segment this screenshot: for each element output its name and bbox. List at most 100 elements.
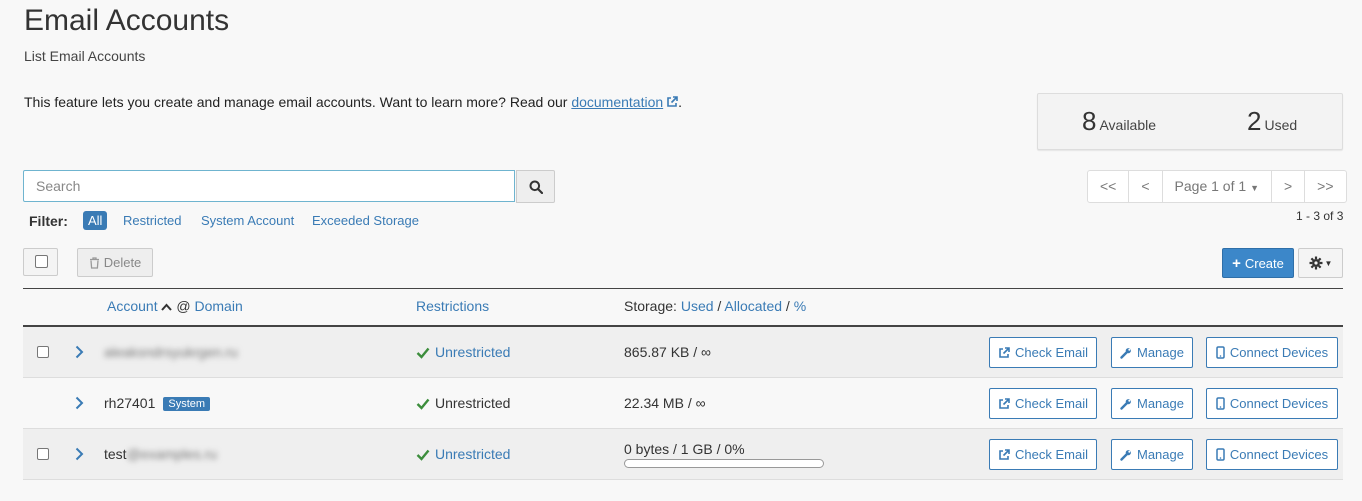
- delete-button[interactable]: Delete: [77, 248, 153, 277]
- expand-row-icon[interactable]: [75, 396, 84, 410]
- documentation-link[interactable]: documentation: [571, 94, 678, 110]
- used-count: 2: [1247, 106, 1262, 136]
- plus-icon: +: [1232, 254, 1241, 272]
- page-title: Email Accounts: [24, 4, 230, 37]
- sort-by-account[interactable]: Account: [107, 298, 173, 314]
- filter-all[interactable]: All: [83, 211, 108, 230]
- create-button[interactable]: + Create: [1222, 248, 1294, 278]
- last-page-button[interactable]: >>: [1305, 171, 1345, 202]
- check-email-label: Check Email: [1015, 447, 1088, 462]
- storage-header-separator: /: [785, 298, 790, 314]
- search-icon: [529, 180, 543, 194]
- table-row: aleaksndrsyukrgen.ru Unrestricted 865.87…: [23, 327, 1343, 378]
- system-badge: System: [163, 397, 211, 411]
- sort-by-restrictions[interactable]: Restrictions: [416, 298, 489, 314]
- check-email-label: Check Email: [1015, 396, 1088, 411]
- sort-by-used[interactable]: Used: [681, 298, 714, 314]
- row-checkbox[interactable]: [37, 346, 49, 358]
- settings-dropdown-button[interactable]: ▼: [1298, 248, 1343, 278]
- connect-devices-label: Connect Devices: [1229, 345, 1329, 360]
- table-row: rh27401 System Unrestricted 22.34 MB / ∞ …: [23, 378, 1343, 429]
- create-label: Create: [1244, 255, 1284, 271]
- table-row: test@examples.ru Unrestricted 0 bytes / …: [23, 429, 1343, 480]
- mobile-phone-icon: [1216, 397, 1225, 410]
- search-box: [23, 170, 515, 202]
- connect-devices-button[interactable]: Connect Devices: [1206, 388, 1338, 419]
- caret-down-icon: ▼: [1324, 258, 1333, 268]
- connect-devices-button[interactable]: Connect Devices: [1206, 439, 1338, 470]
- next-page-button[interactable]: >: [1272, 171, 1306, 202]
- expand-row-icon[interactable]: [75, 345, 84, 359]
- manage-button[interactable]: Manage: [1111, 439, 1193, 470]
- filter-exceeded-storage[interactable]: Exceeded Storage: [307, 211, 424, 230]
- connect-devices-button[interactable]: Connect Devices: [1206, 337, 1338, 368]
- account-prefix: rh27401: [104, 395, 156, 411]
- available-label: Available: [1099, 117, 1157, 133]
- search-button[interactable]: [516, 170, 555, 203]
- wrench-icon: [1120, 449, 1131, 461]
- expand-row-icon[interactable]: [75, 447, 84, 461]
- table-header-top-border: [23, 288, 1343, 289]
- external-link-icon: [999, 397, 1010, 409]
- pagination: << < Page 1 of 1 ▼ > >>: [1087, 170, 1347, 203]
- caret-down-icon: ▼: [1250, 183, 1259, 193]
- available-count: 8: [1082, 106, 1097, 136]
- wrench-icon: [1120, 398, 1131, 410]
- check-email-button[interactable]: Check Email: [989, 388, 1097, 419]
- intro-text-body: This feature lets you create and manage …: [24, 94, 568, 110]
- manage-button[interactable]: Manage: [1111, 337, 1193, 368]
- manage-label: Manage: [1137, 345, 1184, 360]
- wrench-icon: [1120, 347, 1131, 359]
- page-select[interactable]: Page 1 of 1 ▼: [1163, 171, 1272, 202]
- trash-icon: [89, 256, 99, 269]
- delete-label: Delete: [103, 255, 142, 270]
- check-email-button[interactable]: Check Email: [989, 439, 1097, 470]
- row-checkbox[interactable]: [37, 448, 49, 460]
- gear-icon: [1309, 256, 1323, 270]
- check-email-label: Check Email: [1015, 345, 1088, 360]
- sort-by-percent[interactable]: %: [794, 298, 806, 314]
- select-all-wrapper: [23, 248, 58, 276]
- restrictions-column-header: Restrictions: [416, 298, 489, 314]
- account-redacted: aleaksndrsyukrgen.ru: [104, 344, 238, 360]
- account-prefix: test: [104, 446, 127, 462]
- storage-usage: 22.34 MB / ∞: [624, 395, 706, 411]
- sort-by-domain[interactable]: Domain: [194, 298, 242, 314]
- manage-label: Manage: [1137, 396, 1184, 411]
- account-column-header: Account @ Domain: [107, 298, 243, 314]
- storage-header-separator: /: [717, 298, 722, 314]
- page-subtitle: List Email Accounts: [24, 48, 146, 64]
- connect-devices-label: Connect Devices: [1229, 447, 1329, 462]
- intro-text: This feature lets you create and manage …: [24, 94, 682, 110]
- search-input[interactable]: [24, 171, 514, 201]
- external-link-icon: [999, 346, 1010, 358]
- account-name: aleaksndrsyukrgen.ru: [104, 344, 238, 360]
- at-symbol: @: [176, 298, 191, 314]
- manage-button[interactable]: Manage: [1111, 388, 1193, 419]
- external-link-icon: [999, 448, 1010, 460]
- intro-text-end: .: [678, 94, 683, 110]
- filter-restricted[interactable]: Restricted: [118, 211, 187, 230]
- account-name: test@examples.ru: [104, 446, 217, 462]
- restriction-link[interactable]: Unrestricted: [435, 446, 510, 462]
- account-stats-panel: 8 Available 2 Used: [1037, 93, 1343, 150]
- account-name: rh27401 System: [104, 395, 211, 411]
- manage-label: Manage: [1137, 447, 1184, 462]
- first-page-button[interactable]: <<: [1088, 171, 1130, 202]
- check-icon: [416, 398, 430, 410]
- prev-page-button[interactable]: <: [1129, 171, 1163, 202]
- external-link-icon: [667, 96, 678, 107]
- available-stat: 8 Available: [1082, 106, 1156, 137]
- filter-label: Filter:: [29, 213, 68, 229]
- mobile-phone-icon: [1216, 346, 1225, 359]
- check-email-button[interactable]: Check Email: [989, 337, 1097, 368]
- filter-system-account[interactable]: System Account: [196, 211, 299, 230]
- check-icon: [416, 347, 430, 359]
- storage-usage: 0 bytes / 1 GB / 0%: [624, 441, 745, 457]
- result-range: 1 - 3 of 3: [1296, 209, 1344, 223]
- check-icon: [416, 449, 430, 461]
- restriction-status: Unrestricted: [416, 344, 510, 360]
- select-all-checkbox[interactable]: [35, 255, 48, 268]
- sort-by-allocated[interactable]: Allocated: [724, 298, 782, 314]
- restriction-link[interactable]: Unrestricted: [435, 344, 510, 360]
